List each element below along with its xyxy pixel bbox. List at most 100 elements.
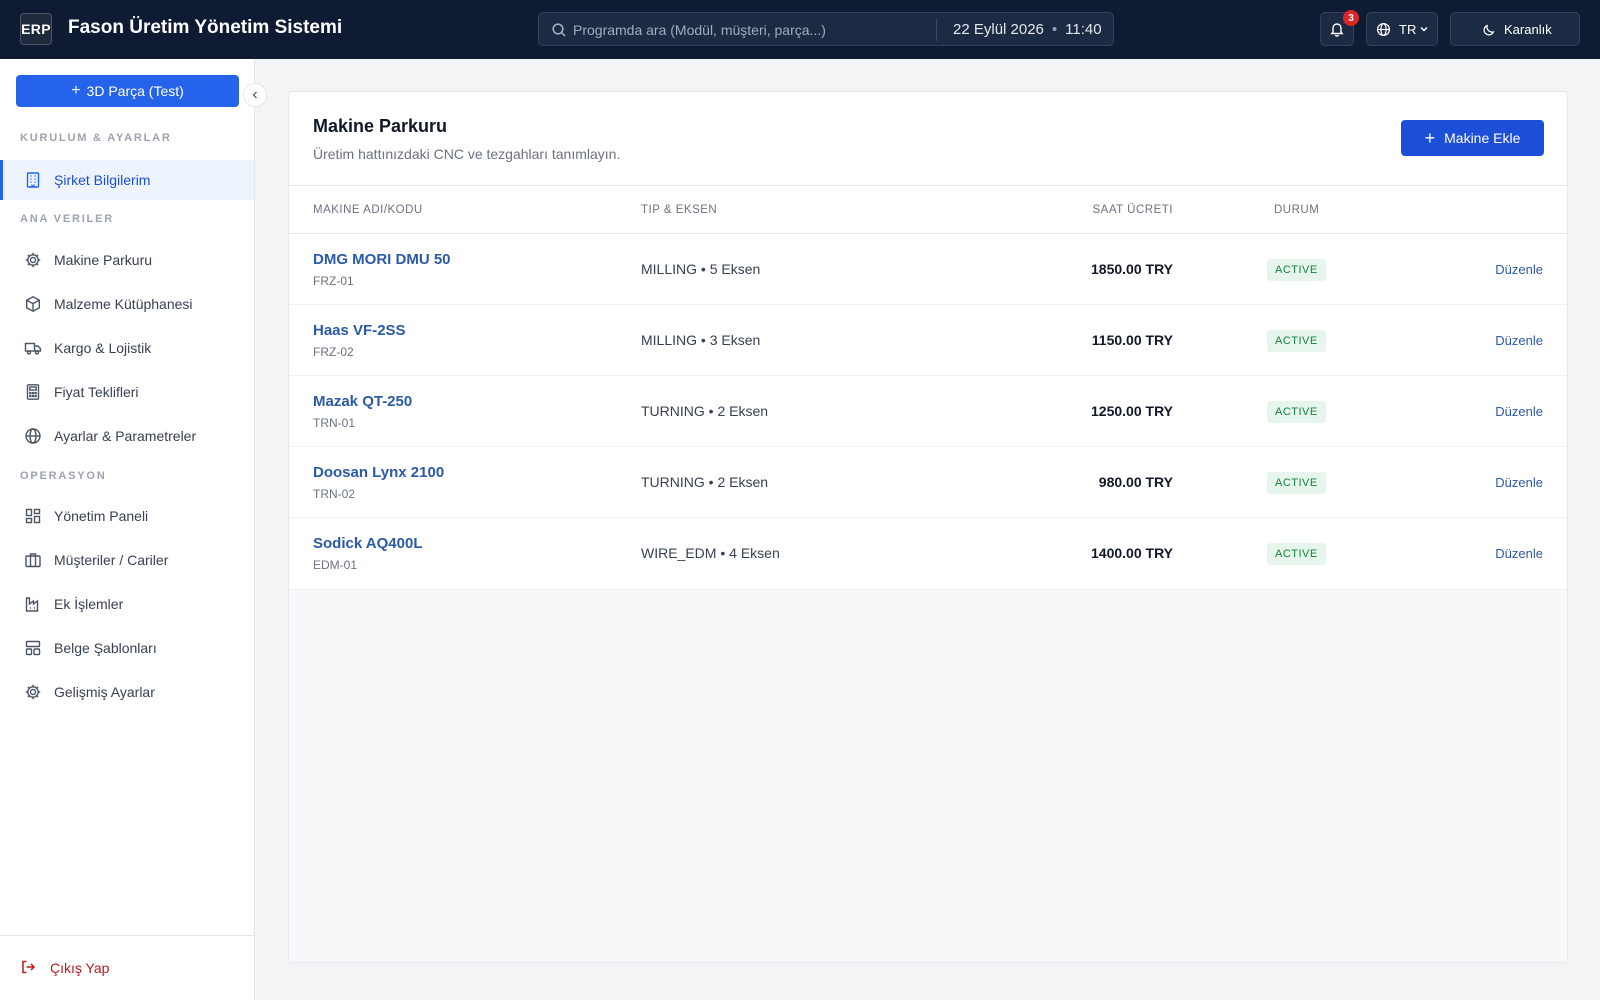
- logout-label: Çıkış Yap: [50, 960, 110, 976]
- plus-icon: +: [71, 82, 81, 99]
- hourly-rate: 980.00 TRY: [1098, 474, 1173, 490]
- edit-link[interactable]: Düzenle: [1495, 333, 1543, 348]
- sidebar-item-label: Şirket Bilgilerim: [54, 172, 151, 188]
- bell-icon: [1330, 23, 1344, 37]
- machine-type: MILLING • 5 Eksen: [641, 261, 761, 277]
- building-icon: [26, 172, 40, 188]
- table-row: Doosan Lynx 2100 TRN-02 TURNING • 2 Ekse…: [289, 447, 1567, 518]
- machine-name-link[interactable]: DMG MORI DMU 50: [313, 251, 451, 268]
- theme-toggle-button[interactable]: Karanlık: [1450, 12, 1580, 46]
- globe-icon: [1376, 22, 1391, 37]
- table-row: Haas VF-2SS FRZ-02 MILLING • 3 Eksen 115…: [289, 305, 1567, 376]
- machine-type: TURNING • 2 Eksen: [641, 403, 769, 419]
- sidebar-item-label: Malzeme Kütüphanesi: [54, 296, 193, 312]
- sidebar-item-shipping[interactable]: Kargo & Lojistik: [0, 328, 254, 368]
- sidebar-item-quotes[interactable]: Fiyat Teklifleri: [0, 372, 254, 412]
- section-label-master-data: ANA VERILER: [20, 213, 114, 225]
- column-header-machine: MAKINE ADI/KODU: [313, 204, 423, 216]
- search-input[interactable]: Programda ara (Modül, müşteri, parça...): [573, 22, 826, 38]
- sidebar-item-document-templates[interactable]: Belge Şablonları: [0, 628, 254, 668]
- machine-type: WIRE_EDM • 4 Eksen: [641, 545, 780, 561]
- app-logo[interactable]: ERP: [20, 13, 52, 45]
- table-header: MAKINE ADI/KODU TIP & EKSEN SAAT ÜCRETI …: [289, 186, 1567, 234]
- briefcase-icon: [25, 553, 41, 568]
- chevron-left-icon: [252, 91, 258, 99]
- date-time-display: 22 Eylül 2026 • 11:40: [953, 21, 1102, 38]
- sidebar-item-company-info[interactable]: Şirket Bilgilerim: [0, 160, 254, 200]
- notifications-button[interactable]: 3: [1320, 10, 1359, 46]
- new-3d-part-button[interactable]: + 3D Parça (Test): [16, 75, 239, 107]
- machine-table-body: DMG MORI DMU 50 FRZ-01 MILLING • 5 Eksen…: [289, 234, 1567, 589]
- machine-park-card: Makine Parkuru Üretim hattınızdaki CNC v…: [288, 91, 1568, 963]
- machine-name-link[interactable]: Sodick AQ400L: [313, 535, 422, 552]
- sidebar-item-label: Fiyat Teklifleri: [54, 384, 139, 400]
- sidebar-item-label: Belge Şablonları: [54, 640, 157, 656]
- add-machine-button[interactable]: + Makine Ekle: [1401, 120, 1544, 156]
- status-badge: ACTIVE: [1267, 401, 1326, 423]
- machine-name-link[interactable]: Mazak QT-250: [313, 393, 412, 410]
- table-row: DMG MORI DMU 50 FRZ-01 MILLING • 5 Eksen…: [289, 234, 1567, 305]
- sidebar-item-advanced-settings[interactable]: Gelişmiş Ayarlar: [0, 672, 254, 712]
- table-empty-area: [289, 589, 1567, 962]
- factory-icon: [25, 597, 39, 612]
- notification-badge: 3: [1343, 10, 1359, 26]
- table-row: Sodick AQ400L EDM-01 WIRE_EDM • 4 Eksen …: [289, 518, 1567, 589]
- top-bar: ERP Fason Üretim Yönetim Sistemi Program…: [0, 0, 1600, 59]
- machine-code: FRZ-02: [313, 345, 354, 359]
- machine-code: TRN-01: [313, 416, 356, 430]
- sidebar-item-settings-parameters[interactable]: Ayarlar & Parametreler: [0, 416, 254, 456]
- sidebar-item-extra-operations[interactable]: Ek İşlemler: [0, 584, 254, 624]
- machine-code: EDM-01: [313, 558, 358, 572]
- language-selector[interactable]: TR: [1366, 12, 1438, 46]
- machine-name-link[interactable]: Doosan Lynx 2100: [313, 464, 444, 481]
- machine-type-value: TURNING: [641, 403, 705, 419]
- edit-link[interactable]: Düzenle: [1495, 404, 1543, 419]
- edit-link[interactable]: Düzenle: [1495, 475, 1543, 490]
- column-header-type: TIP & EKSEN: [641, 204, 718, 216]
- hourly-rate: 1850.00 TRY: [1091, 261, 1173, 277]
- edit-link[interactable]: Düzenle: [1495, 262, 1543, 277]
- sidebar-collapse-button[interactable]: [243, 83, 267, 107]
- section-label-setup: KURULUM & AYARLAR: [20, 132, 172, 144]
- status-badge: ACTIVE: [1267, 259, 1326, 281]
- status-badge: ACTIVE: [1267, 330, 1326, 352]
- search-divider: [936, 19, 937, 41]
- machine-type-value: MILLING: [641, 332, 698, 348]
- new-3d-part-label: 3D Parça (Test): [86, 83, 184, 99]
- current-time: 11:40: [1065, 21, 1102, 38]
- hourly-rate: 1250.00 TRY: [1091, 403, 1173, 419]
- section-label-operations: OPERASYON: [20, 470, 107, 482]
- plus-icon: +: [1424, 128, 1436, 148]
- status-badge: ACTIVE: [1267, 543, 1326, 565]
- chevron-down-icon: [1420, 26, 1428, 32]
- dashboard-icon: [25, 508, 41, 524]
- search-bar[interactable]: Programda ara (Modül, müşteri, parça...)…: [538, 12, 1114, 46]
- sidebar-item-customers[interactable]: Müşteriler / Cariler: [0, 540, 254, 580]
- column-header-status: DURUM: [1274, 204, 1320, 216]
- theme-label: Karanlık: [1504, 22, 1552, 37]
- globe-icon: [25, 428, 41, 444]
- moon-icon: [1483, 24, 1495, 36]
- add-machine-label: Makine Ekle: [1444, 130, 1521, 146]
- column-header-rate: SAAT ÜCRETI: [1092, 204, 1173, 216]
- current-date: 22 Eylül 2026: [953, 21, 1044, 38]
- machine-name-link[interactable]: Haas VF-2SS: [313, 322, 406, 339]
- machine-axes: 4 Eksen: [729, 545, 780, 561]
- sidebar-item-label: Yönetim Paneli: [54, 508, 149, 524]
- sidebar-item-label: Ayarlar & Parametreler: [54, 428, 197, 444]
- calculator-icon: [26, 384, 40, 400]
- sidebar: + 3D Parça (Test) KURULUM & AYARLAR Şirk…: [0, 59, 267, 1000]
- sidebar-item-dashboard[interactable]: Yönetim Paneli: [0, 496, 254, 536]
- box-icon: [26, 296, 40, 312]
- logout-icon: [22, 960, 36, 974]
- page-title: Makine Parkuru: [313, 116, 448, 136]
- sidebar-item-machine-park[interactable]: Makine Parkuru: [0, 240, 254, 280]
- page-subtitle: Üretim hattınızdaki CNC ve tezgahları ta…: [313, 146, 621, 162]
- machine-type-value: MILLING: [641, 261, 698, 277]
- sidebar-item-material-library[interactable]: Malzeme Kütüphanesi: [0, 284, 254, 324]
- app-title: Fason Üretim Yönetim Sistemi: [68, 17, 343, 38]
- sidebar-item-label: Makine Parkuru: [54, 252, 153, 268]
- search-icon: [552, 23, 566, 37]
- edit-link[interactable]: Düzenle: [1495, 546, 1543, 561]
- machine-code: FRZ-01: [313, 274, 354, 288]
